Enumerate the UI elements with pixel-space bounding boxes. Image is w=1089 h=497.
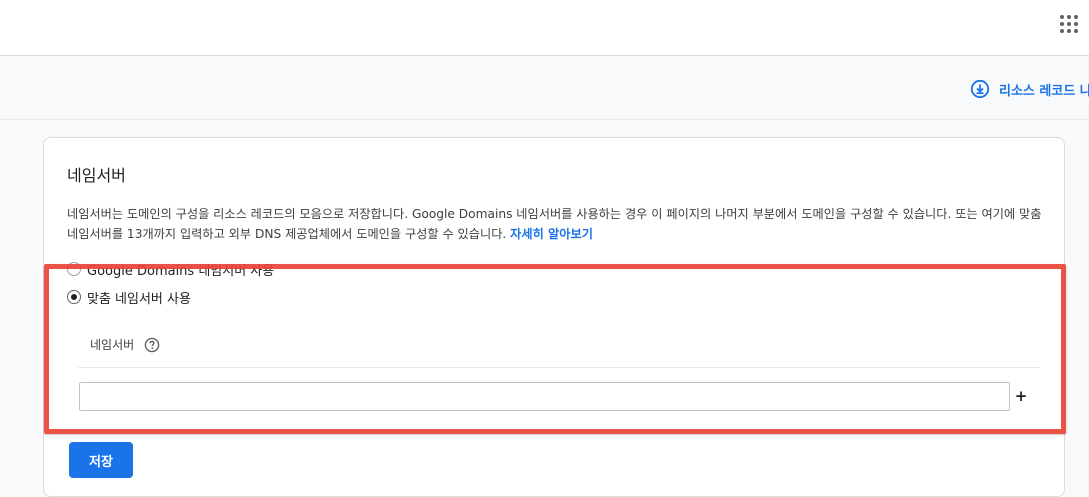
help-circle-icon[interactable]: [144, 337, 160, 353]
save-button[interactable]: 저장: [69, 442, 133, 478]
card-title: 네임서버: [67, 166, 126, 185]
nameserver-input[interactable]: [79, 382, 1010, 411]
action-bar: 리소스 레코드 나: [0, 56, 1089, 120]
radio-custom-nameservers[interactable]: 맞춤 네임서버 사용: [67, 287, 191, 307]
learn-more-link[interactable]: 자세히 알아보기: [510, 227, 593, 241]
nameserver-header-label: 네임서버: [90, 338, 135, 352]
download-resource-records-link[interactable]: 리소스 레코드 나: [970, 78, 1089, 100]
radio-label-custom: 맞춤 네임서버 사용: [87, 291, 191, 307]
nameserver-column-header: 네임서버: [90, 336, 160, 353]
card-description: 네임서버는 도메인의 구성을 리소스 레코드의 모음으로 저장합니다. Goog…: [67, 204, 1047, 244]
nameserver-card: 네임서버 네임서버는 도메인의 구성을 리소스 레코드의 모음으로 저장합니다.…: [43, 137, 1065, 497]
radio-google-domains-nameservers[interactable]: Google Domains 네임서버 사용: [67, 259, 274, 279]
radio-button-checked[interactable]: [67, 290, 81, 304]
download-link-label: 리소스 레코드 나: [999, 83, 1089, 99]
radio-button-unchecked[interactable]: [67, 262, 81, 276]
radio-label-google: Google Domains 네임서버 사용: [87, 263, 275, 279]
top-app-bar: [0, 0, 1089, 56]
apps-grid-icon[interactable]: [1060, 15, 1078, 33]
download-icon: [970, 79, 990, 99]
add-nameserver-button[interactable]: +: [1014, 386, 1028, 406]
divider: [78, 367, 1040, 368]
